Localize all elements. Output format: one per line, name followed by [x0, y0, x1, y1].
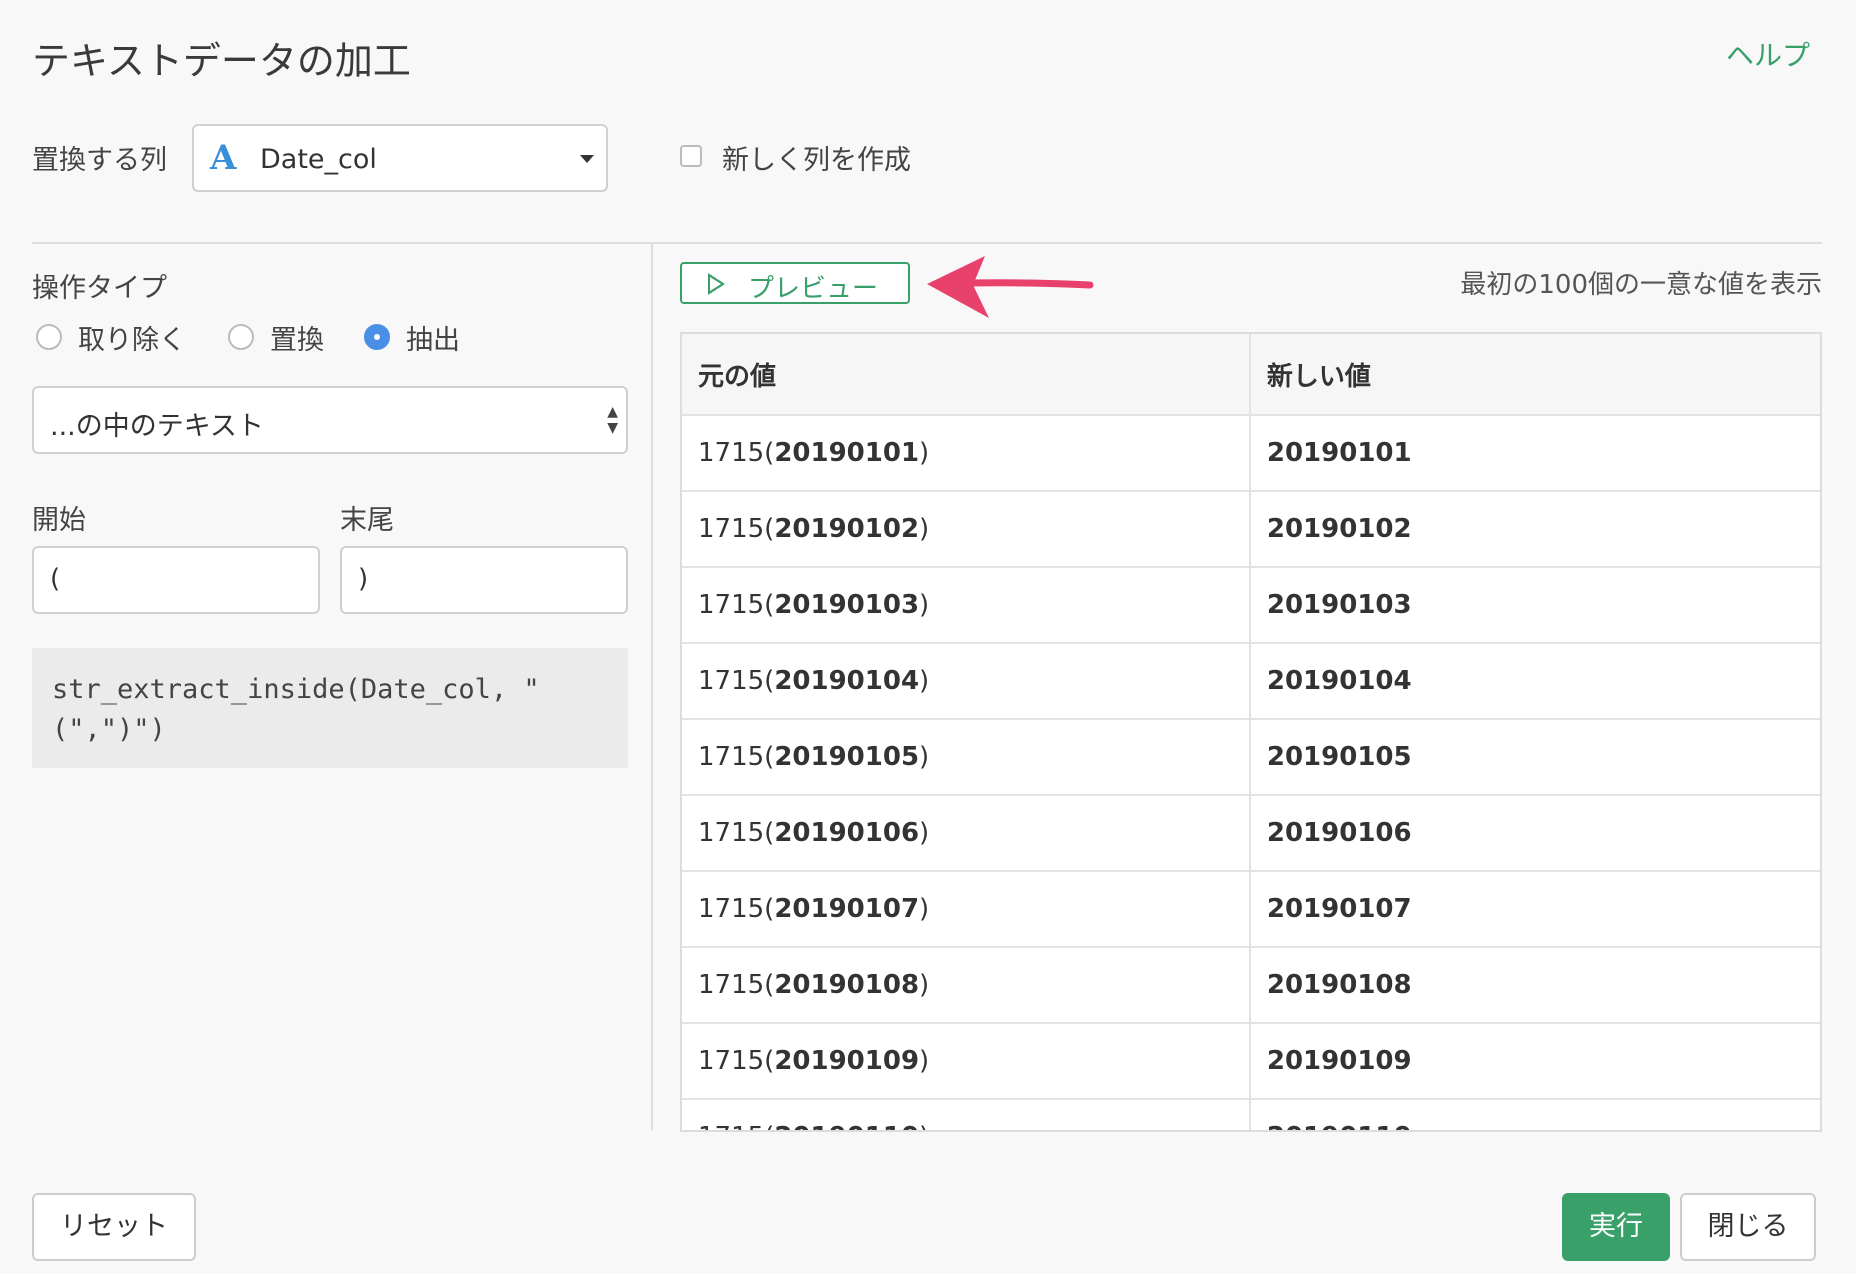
new-value-cell: 20190107	[1248, 871, 1820, 948]
original-value-cell: 1715(20190103)	[682, 567, 1250, 644]
generated-code: str_extract_inside(Date_col, "(",")")	[32, 648, 628, 768]
original-extracted-part: 20190108	[774, 970, 920, 1000]
table-row: 1715(20190104) 20190104	[682, 643, 1820, 720]
new-value-cell: 20190102	[1248, 491, 1820, 568]
original-value-cell: 1715(20190108)	[682, 947, 1250, 1024]
original-prefix: 1715(	[698, 438, 775, 468]
original-value-cell: 1715(20190109)	[682, 1023, 1250, 1100]
original-prefix: 1715(	[698, 818, 775, 848]
table-row: 1715(20190106) 20190106	[682, 795, 1820, 872]
table-row: 1715(20190101) 20190101	[682, 415, 1820, 492]
end-label: 末尾	[340, 505, 394, 536]
original-extracted-part: 20190109	[774, 1046, 920, 1076]
original-extracted-part: 20190104	[774, 666, 920, 696]
dialog-title: テキストデータの加工	[32, 39, 411, 83]
extract-mode-select[interactable]: ...の中のテキスト ▲ ▼	[32, 386, 628, 454]
original-extracted-part: 20190110	[774, 1122, 919, 1130]
table-row: 1715(20190108) 20190108	[682, 947, 1820, 1024]
original-prefix: 1715(	[698, 590, 775, 620]
start-input[interactable]: (	[32, 546, 320, 614]
original-prefix: 1715(	[698, 970, 775, 1000]
original-suffix: )	[919, 970, 930, 1000]
column-header-original: 元の値	[682, 334, 1250, 416]
column-label: 置換する列	[32, 145, 167, 176]
new-value-cell: 20190103	[1248, 567, 1820, 644]
original-suffix: )	[919, 590, 930, 620]
radio-remove[interactable]	[36, 324, 62, 350]
table-row: 1715(20190107) 20190107	[682, 871, 1820, 948]
new-value-cell: 20190101	[1248, 415, 1820, 492]
original-extracted-part: 20190105	[774, 742, 920, 772]
original-prefix: 1715(	[698, 1122, 774, 1130]
original-suffix: )	[919, 742, 930, 772]
original-extracted-part: 20190101	[774, 438, 920, 468]
text-type-icon: A	[210, 138, 237, 178]
original-suffix: )	[919, 894, 930, 924]
radio-extract[interactable]	[364, 324, 390, 350]
original-prefix: 1715(	[698, 742, 775, 772]
original-extracted-part: 20190107	[774, 894, 920, 924]
close-button[interactable]: 閉じる	[1680, 1193, 1816, 1261]
radio-remove-label[interactable]: 取り除く	[78, 318, 186, 357]
original-prefix: 1715(	[698, 514, 775, 544]
original-prefix: 1715(	[698, 1046, 775, 1076]
new-value-cell: 20190106	[1248, 795, 1820, 872]
help-link[interactable]: ヘルプ	[1726, 34, 1810, 74]
preview-button[interactable]: プレビュー	[680, 262, 910, 304]
original-value-cell: 1715(20190104)	[682, 643, 1250, 720]
table-row: 1715(20190110)20190110	[682, 1099, 1820, 1130]
original-value-cell: 1715(20190101)	[682, 415, 1250, 492]
original-value-cell: 1715(20190107)	[682, 871, 1250, 948]
new-value-cell: 20190109	[1248, 1023, 1820, 1100]
table-header-row: 元の値 新しい値	[682, 334, 1820, 416]
original-suffix: )	[919, 438, 930, 468]
table-row: 1715(20190109) 20190109	[682, 1023, 1820, 1100]
operation-type-label: 操作タイプ	[32, 273, 167, 304]
column-select-value: Date_col	[260, 144, 377, 175]
new-value-cell: 20190104	[1248, 643, 1820, 720]
original-suffix: )	[919, 666, 930, 696]
original-prefix: 1715(	[698, 894, 775, 924]
start-label: 開始	[32, 505, 86, 536]
original-value-cell: 1715(20190110)	[682, 1099, 1250, 1130]
column-header-new: 新しい値	[1248, 334, 1820, 416]
updown-arrows-icon: ▲ ▼	[607, 404, 618, 436]
section-divider	[32, 242, 1822, 244]
run-button[interactable]: 実行	[1562, 1193, 1670, 1261]
radio-replace-label[interactable]: 置換	[270, 318, 324, 357]
table-row: 1715(20190105) 20190105	[682, 719, 1820, 796]
extract-mode-value: ...の中のテキスト	[50, 411, 264, 442]
preview-info-text: 最初の100個の一意な値を表示	[1460, 270, 1822, 300]
play-icon	[708, 273, 725, 295]
new-column-label[interactable]: 新しく列を作成	[722, 138, 911, 177]
chevron-down-icon	[580, 155, 594, 163]
original-value-cell: 1715(20190105)	[682, 719, 1250, 796]
panel-divider	[651, 244, 653, 1130]
new-value-cell: 20190110	[1248, 1099, 1820, 1130]
original-suffix: )	[919, 514, 930, 544]
preview-button-label: プレビュー	[748, 274, 879, 304]
column-select[interactable]: A Date_col	[192, 124, 608, 192]
table-row: 1715(20190103) 20190103	[682, 567, 1820, 644]
new-value-cell: 20190105	[1248, 719, 1820, 796]
original-suffix: )	[919, 818, 930, 848]
reset-button[interactable]: リセット	[32, 1193, 196, 1261]
original-prefix: 1715(	[698, 666, 775, 696]
original-extracted-part: 20190106	[774, 818, 920, 848]
original-extracted-part: 20190103	[774, 590, 920, 620]
end-input[interactable]: )	[340, 546, 628, 614]
original-value-cell: 1715(20190106)	[682, 795, 1250, 872]
new-column-checkbox[interactable]	[680, 145, 702, 167]
radio-replace[interactable]	[228, 324, 254, 350]
new-value-cell: 20190108	[1248, 947, 1820, 1024]
original-extracted-part: 20190102	[774, 514, 920, 544]
original-suffix: )	[919, 1122, 929, 1130]
annotation-arrow-icon	[927, 256, 1094, 318]
radio-extract-label[interactable]: 抽出	[406, 318, 460, 357]
preview-table: 元の値 新しい値 1715(20190101) 20190101 1715(2019…	[680, 332, 1822, 1132]
table-row: 1715(20190102) 20190102	[682, 491, 1820, 568]
original-suffix: )	[919, 1046, 930, 1076]
original-value-cell: 1715(20190102)	[682, 491, 1250, 568]
